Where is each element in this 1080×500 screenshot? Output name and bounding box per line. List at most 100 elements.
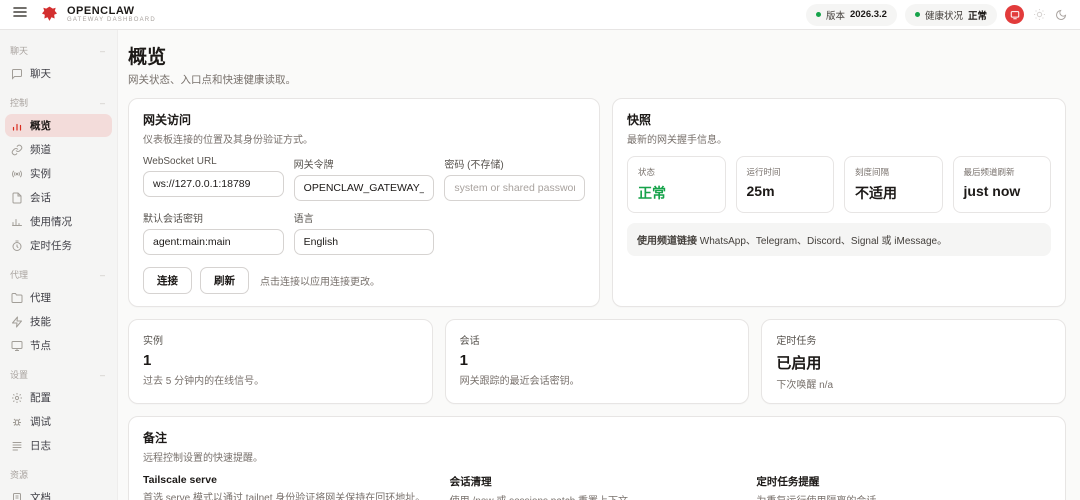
gear-icon [12, 392, 22, 403]
lightning-icon [12, 316, 22, 327]
note-session-cleanup-text: 使用 /new 或 sessions.patch 重置上下文。 [450, 492, 745, 500]
stat-status: 状态 正常 [627, 156, 726, 213]
collapse-icon[interactable]: – [100, 270, 105, 280]
health-badge: 健康状况 正常 [904, 3, 997, 26]
stat-status-value: 正常 [638, 185, 666, 201]
gateway-access-card: 网关访问 仪表板连接的位置及其身份验证方式。 WebSocket URL 网关令… [128, 98, 600, 307]
cron-title: 定时任务 [776, 336, 817, 347]
sessions-metric-card: 会话 1 网关跟踪的最近会话密钥。 [444, 319, 750, 404]
note-cron-reminder-text: 为重复运行使用隔离的会话。 [756, 492, 1051, 500]
language-label: 语言 [293, 214, 314, 225]
stat-uptime-value: 25m [746, 183, 775, 199]
language-select[interactable]: English [293, 229, 435, 255]
stat-status-label: 状态 [638, 167, 656, 177]
version-label: 版本 [825, 10, 845, 22]
document-icon [13, 492, 21, 500]
sidebar-item-channels[interactable]: 频道 [5, 138, 112, 161]
timer-icon [12, 240, 22, 251]
session-key-input[interactable] [143, 229, 284, 255]
ws-url-label: WebSocket URL [143, 156, 217, 167]
monitor-icon [11, 340, 23, 351]
menu-icon[interactable] [12, 4, 28, 25]
sidebar: 聊天 – 聊天 控制 – 概览 频道 实例 会话 使用情况 定时任务 代理 – … [0, 30, 118, 500]
sidebar-item-instances[interactable]: 实例 [5, 162, 112, 185]
collapse-icon[interactable]: – [100, 46, 105, 56]
version-value: 2026.3.2 [849, 9, 887, 20]
sidebar-item-skills[interactable]: 技能 [5, 310, 112, 333]
usage-chart-icon [12, 218, 22, 226]
sidebar-item-config[interactable]: 配置 [5, 386, 112, 409]
cron-caption: 下次唤醒 n/a [776, 380, 834, 391]
sidebar-item-chat[interactable]: 聊天 [5, 62, 112, 85]
moon-icon[interactable] [1054, 8, 1068, 22]
chat-icon [12, 68, 22, 80]
instances-title: 实例 [143, 336, 163, 347]
ws-url-input[interactable] [143, 171, 284, 197]
note-tailscale: Tailscale serve 首选 serve 模式以通过 tailnet 身… [143, 474, 438, 500]
sessions-value: 1 [459, 352, 468, 369]
password-input[interactable] [444, 175, 585, 201]
stat-last-refresh-value: just now [963, 183, 1021, 199]
collapse-icon[interactable]: – [100, 370, 105, 380]
sidebar-item-agents[interactable]: 代理 [5, 286, 112, 309]
collapse-icon[interactable]: – [100, 98, 105, 108]
stat-uptime-label: 运行时间 [746, 167, 781, 177]
brand[interactable]: OPENCLAW GATEWAY DASHBOARD [40, 5, 156, 24]
sessions-title: 会话 [459, 336, 480, 347]
sidebar-item-sessions[interactable]: 会话 [5, 186, 112, 209]
health-value: 正常 [967, 10, 987, 22]
bar-chart-icon [12, 123, 22, 131]
stat-tick-interval: 刻度间隔 不适用 [844, 156, 943, 213]
sidebar-item-cron[interactable]: 定时任务 [5, 234, 112, 257]
link-icon [11, 144, 23, 155]
note-session-cleanup: 会话清理 使用 /new 或 sessions.patch 重置上下文。 [450, 474, 745, 500]
sidebar-item-nodes[interactable]: 节点 [5, 334, 112, 357]
channels-info-text: WhatsApp、Telegram、Discord、Signal 或 iMess… [697, 236, 948, 247]
cron-metric-card: 定时任务 已启用 下次唤醒 n/a [761, 319, 1066, 404]
refresh-button[interactable]: 刷新 [200, 267, 249, 294]
token-input[interactable] [293, 175, 435, 201]
version-status-dot [815, 12, 821, 17]
file-icon [12, 192, 22, 203]
sidebar-item-debug[interactable]: 调试 [5, 410, 112, 433]
bug-icon [13, 418, 21, 426]
note-tailscale-text: 首选 serve 模式以通过 tailnet 身份验证将网关保持在回环地址。 [143, 493, 426, 500]
broadcast-icon [12, 169, 22, 178]
channels-info-strip: 使用频道链接 WhatsApp、Telegram、Discord、Signal … [627, 223, 1051, 256]
sidebar-item-usage[interactable]: 使用情况 [5, 210, 112, 233]
health-label: 健康状况 [924, 10, 963, 22]
note-session-cleanup-title: 会话清理 [449, 476, 492, 488]
notes-card-title: 备注 [143, 431, 168, 445]
notes-card-subtitle: 远程控制设置的快速提醒。 [143, 453, 263, 464]
snapshot-card-subtitle: 最新的网关握手信息。 [627, 135, 727, 146]
page-subtitle: 网关状态、入口点和快速健康读取。 [128, 74, 296, 86]
page-title: 概览 [128, 47, 167, 68]
snapshot-card-title: 快照 [627, 113, 652, 127]
stat-tick-interval-value: 不适用 [855, 185, 897, 201]
stat-last-refresh: 最后频道刷新 just now [952, 156, 1051, 213]
version-badge: 版本 2026.3.2 [805, 3, 897, 26]
session-key-label: 默认会话密钥 [143, 214, 203, 225]
note-cron-reminder-title: 定时任务提醒 [756, 476, 820, 488]
nav-section-chat: 聊天 – [10, 45, 105, 57]
gateway-card-title: 网关访问 [143, 113, 192, 127]
instances-metric-card: 实例 1 过去 5 分钟内的在线信号。 [128, 319, 433, 404]
nav-section-resources: 资源 [10, 470, 29, 480]
sidebar-item-logs[interactable]: 日志 [5, 434, 112, 457]
instances-value: 1 [143, 352, 152, 369]
sidebar-item-overview[interactable]: 概览 [5, 114, 112, 137]
notes-card: 备注 远程控制设置的快速提醒。 Tailscale serve 首选 serve… [128, 416, 1066, 500]
stat-uptime: 运行时间 25m [735, 156, 834, 213]
folder-icon [11, 292, 23, 303]
nav-section-settings: 设置 – [10, 369, 105, 381]
note-cron-reminder: 定时任务提醒 为重复运行使用隔离的会话。 [756, 474, 1051, 500]
cron-value: 已启用 [776, 355, 822, 372]
openclaw-logo-icon [41, 6, 58, 21]
screen-button[interactable] [1005, 5, 1024, 24]
health-status-dot [914, 12, 920, 17]
connect-button[interactable]: 连接 [143, 267, 192, 294]
sidebar-item-docs[interactable]: 文档 [5, 486, 112, 500]
channels-info-strong: 使用频道链接 [637, 236, 697, 247]
token-label: 网关令牌 [293, 160, 334, 171]
sun-icon[interactable] [1032, 8, 1046, 22]
